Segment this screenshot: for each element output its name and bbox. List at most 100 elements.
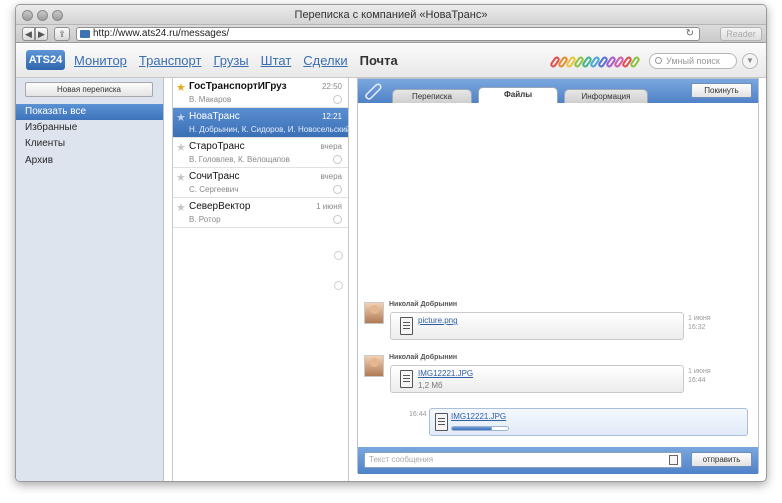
forward-button[interactable]: ▶ <box>35 27 48 41</box>
paperclip-icon <box>365 83 382 100</box>
unread-marker-icon[interactable] <box>333 185 342 194</box>
unread-marker-icon[interactable] <box>333 95 342 104</box>
conversation-name: СеверВектор <box>189 201 251 212</box>
upload-progress-bar <box>451 426 509 431</box>
conversation-item[interactable]: ★ НоваТранс Н. Добрынин, К. Сидоров, И. Но… <box>173 108 351 138</box>
favicon-icon <box>80 30 90 38</box>
message-timestamp: 1 июня 16:44 <box>688 367 711 385</box>
conversation-time: вчера <box>320 142 342 151</box>
sidebar: Новая переписка Показать все Избранные К… <box>16 78 164 481</box>
nav-mail[interactable]: Почта <box>360 53 398 68</box>
file-size: 1,2 Мб <box>418 381 443 390</box>
share-button[interactable]: ⇪ <box>54 27 70 41</box>
conversation-name: СочиТранс <box>189 171 240 182</box>
attach-file-icon[interactable] <box>669 455 678 465</box>
sidebar-item-archive[interactable]: Архив <box>16 153 163 169</box>
browser-window: Переписка с компанией «НоваТранс» ◀ ▶ ⇪ … <box>15 4 767 482</box>
paperclip-filters <box>549 55 644 69</box>
address-url: http://www.ats24.ru/messages/ <box>93 28 230 39</box>
file-link[interactable]: IMG12221.JPG <box>418 369 473 378</box>
conversation-list: ★ ГосТранспортИГруз В. Макаров 22:50 ★ НоваТр… <box>172 78 351 481</box>
conversation-item[interactable]: ★ ГосТранспортИГруз В. Макаров 22:50 <box>173 78 348 108</box>
message-time: 16:32 <box>688 324 706 331</box>
nav-transport[interactable]: Транспорт <box>139 53 202 68</box>
document-icon <box>435 413 448 431</box>
conversation-item[interactable]: ★ СеверВектор В. Ротор 1 июня <box>173 198 348 228</box>
unread-marker-icon[interactable] <box>333 155 342 164</box>
tab-conversation[interactable]: Переписка <box>392 89 472 103</box>
file-message: IMG12221.JPG 1,2 Мб <box>390 365 684 393</box>
message-time: 16:44 <box>688 377 706 384</box>
app-header: ATS24 Монитор Транспорт Грузы Штат Сделк… <box>16 44 766 78</box>
reload-icon[interactable]: ↻ <box>686 28 694 40</box>
star-icon[interactable]: ★ <box>176 171 186 184</box>
outgoing-file-message: IMG12221.JPG <box>429 408 748 436</box>
message-input[interactable]: Текст сообщения <box>364 452 682 468</box>
star-icon[interactable]: ★ <box>176 81 186 94</box>
message-placeholder: Текст сообщения <box>369 455 434 464</box>
star-icon[interactable]: ★ <box>176 111 186 124</box>
reader-button[interactable]: Reader <box>720 27 762 41</box>
unread-marker-icon[interactable] <box>333 215 342 224</box>
smart-search-input[interactable]: Умный поиск <box>649 53 737 69</box>
conversation-time: вчера <box>320 172 342 181</box>
message-author: Николай Добрынин <box>389 301 458 308</box>
conversation-name: НоваТранс <box>189 111 240 122</box>
outgoing-time: 16:44 <box>409 411 427 418</box>
nav-cargo[interactable]: Грузы <box>213 53 248 68</box>
tab-files[interactable]: Файлы <box>478 87 558 103</box>
avatar <box>364 355 384 377</box>
star-icon[interactable]: ★ <box>176 201 186 214</box>
share-icon: ⇪ <box>58 29 66 39</box>
nav-monitor[interactable]: Монитор <box>74 53 127 68</box>
document-icon <box>400 370 413 388</box>
message-author: Николай Добрынин <box>389 354 458 361</box>
message-timestamp: 1 июня 16:32 <box>688 314 711 332</box>
message-date: 1 июня <box>688 368 711 375</box>
search-placeholder: Умный поиск <box>666 56 720 66</box>
thread-panel: Переписка Файлы Информация Покинуть Нико… <box>357 78 759 474</box>
conversation-time: 12:21 <box>321 112 342 121</box>
conversation-item[interactable]: ★ СтароТранс В. Головлев, К. Велощапов вчер… <box>173 138 348 168</box>
forward-arrow-icon: ▶ <box>38 29 45 39</box>
tab-information[interactable]: Информация <box>564 89 648 103</box>
upload-progress-fill <box>452 427 493 430</box>
send-button[interactable]: отправить <box>691 452 752 467</box>
nav-deals[interactable]: Сделки <box>303 53 347 68</box>
star-icon[interactable]: ★ <box>176 141 186 154</box>
conversation-participants: В. Ротор <box>189 215 221 224</box>
window-titlebar: Переписка с компанией «НоваТранс» <box>16 5 766 25</box>
conversation-participants: В. Головлев, К. Велощапов <box>189 155 290 164</box>
back-button[interactable]: ◀ <box>22 27 35 41</box>
conversation-time: 1 июня <box>316 202 342 211</box>
minimize-window-button[interactable] <box>37 10 48 21</box>
composer-bar: Текст сообщения отправить <box>358 447 758 474</box>
leave-button[interactable]: Покинуть <box>691 83 752 98</box>
conversation-participants: Н. Добрынин, К. Сидоров, И. Новосельский <box>189 125 351 134</box>
file-link[interactable]: IMG12221.JPG <box>451 412 506 421</box>
sidebar-item-favorites[interactable]: Избранные <box>16 120 163 136</box>
conversation-item[interactable]: ★ СочиТранс С. Сергеевич вчера <box>173 168 348 198</box>
nav-staff[interactable]: Штат <box>261 53 292 68</box>
conversation-time: 22:50 <box>321 82 342 91</box>
document-icon <box>400 317 413 335</box>
new-conversation-button[interactable]: Новая переписка <box>25 82 153 97</box>
search-icon <box>655 57 662 64</box>
chevron-down-icon[interactable]: ▼ <box>742 53 758 69</box>
message-date: 1 июня <box>688 315 711 322</box>
ats24-logo[interactable]: ATS24 <box>26 50 65 70</box>
conversation-name: ГосТранспортИГруз <box>189 81 287 92</box>
window-title: Переписка с компанией «НоваТранс» <box>294 9 488 21</box>
back-arrow-icon: ◀ <box>25 29 32 39</box>
address-bar[interactable]: http://www.ats24.ru/messages/ ↻ <box>76 27 700 41</box>
conversation-participants: В. Макаров <box>189 95 232 104</box>
file-link[interactable]: picture.png <box>418 316 458 325</box>
empty-row-marker <box>334 281 343 290</box>
conversation-participants: С. Сергеевич <box>189 185 239 194</box>
conversation-name: СтароТранс <box>189 141 245 152</box>
sidebar-item-clients[interactable]: Клиенты <box>16 136 163 152</box>
sidebar-item-all[interactable]: Показать все <box>16 104 163 120</box>
close-window-button[interactable] <box>22 10 33 21</box>
zoom-window-button[interactable] <box>52 10 63 21</box>
empty-row-marker <box>334 251 343 260</box>
